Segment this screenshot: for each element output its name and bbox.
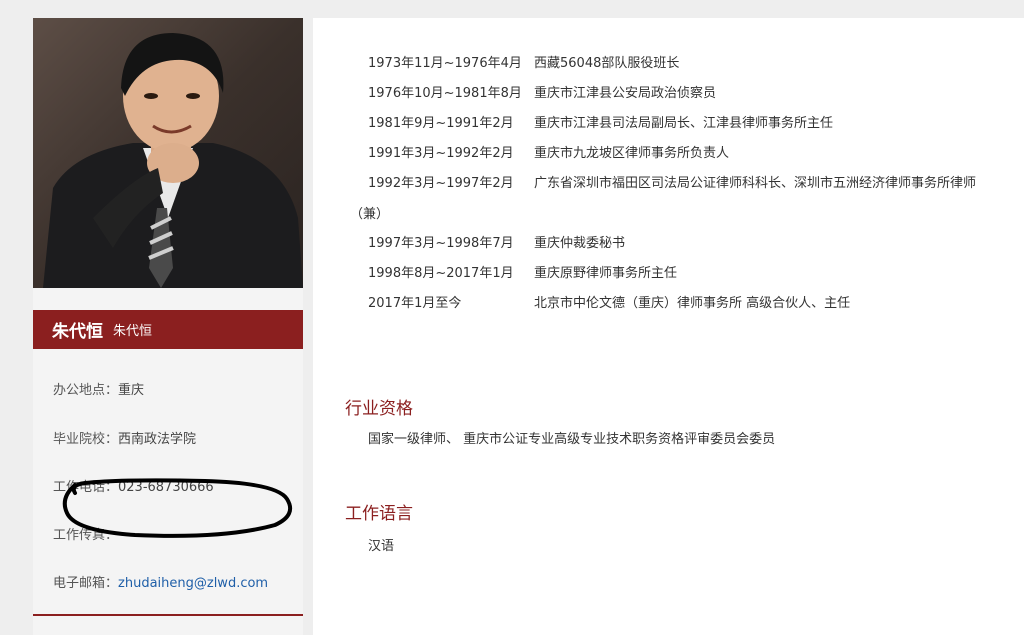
portrait-image bbox=[43, 33, 303, 288]
resume-description: 重庆市江津县司法局副局长、江津县律师事务所主任 bbox=[534, 116, 834, 131]
email-row: 电子邮箱：zhudaiheng@zlwd.com bbox=[53, 572, 268, 591]
office-row: 办公地点：重庆 bbox=[53, 379, 144, 398]
resume-description: 北京市中伦文德（重庆）律师事务所 高级合伙人、主任 bbox=[534, 296, 851, 311]
office-value: 重庆 bbox=[118, 383, 145, 398]
resume-date: 1991年3月~1992年2月 bbox=[368, 146, 514, 161]
profile-name: 朱代恒 bbox=[52, 322, 103, 342]
email-link[interactable]: zhudaiheng@zlwd.com bbox=[118, 576, 268, 591]
school-row: 毕业院校：西南政法学院 bbox=[53, 428, 196, 447]
resume-description: 重庆原野律师事务所主任 bbox=[534, 266, 678, 281]
profile-name-alt: 朱代恒 bbox=[113, 324, 153, 339]
divider bbox=[33, 614, 303, 616]
phone-label: 工作电话： bbox=[53, 480, 119, 495]
resume-description: 重庆仲裁委秘书 bbox=[534, 236, 626, 251]
name-bar: 朱代恒 朱代恒 bbox=[33, 310, 303, 349]
office-label: 办公地点： bbox=[53, 383, 119, 398]
resume-description: 广东省深圳市福田区司法局公证律师科科长、深圳市五洲经济律师事务所律师 bbox=[534, 176, 977, 191]
school-value: 西南政法学院 bbox=[118, 432, 197, 447]
school-label: 毕业院校： bbox=[53, 432, 119, 447]
resume-wrap-text: （兼） bbox=[350, 207, 390, 222]
email-label: 电子邮箱： bbox=[53, 576, 119, 591]
resume-panel: 1973年11月~1976年4月 西藏56048部队服役班长 1976年10月~19… bbox=[313, 18, 1024, 635]
resume-description: 重庆市九龙坡区律师事务所负责人 bbox=[534, 146, 730, 161]
phone-value: 023-68730666 bbox=[118, 480, 214, 495]
resume-date: 1992年3月~1997年2月 bbox=[368, 176, 514, 191]
language-text: 汉语 bbox=[368, 539, 395, 554]
resume-description: 西藏56048部队服役班长 bbox=[534, 56, 680, 71]
fax-label: 工作传真： bbox=[53, 528, 119, 543]
qualification-text: 国家一级律师、 重庆市公证专业高级专业技术职务资格评审委员会委员 bbox=[368, 432, 776, 447]
profile-photo bbox=[33, 18, 303, 288]
resume-date: 2017年1月至今 bbox=[368, 296, 462, 311]
qualification-heading: 行业资格 bbox=[345, 399, 413, 419]
resume-description: 重庆市江津县公安局政治侦察员 bbox=[534, 86, 717, 101]
phone-row: 工作电话：023-68730666 bbox=[53, 476, 214, 495]
resume-date: 1973年11月~1976年4月 bbox=[368, 56, 522, 71]
resume-date: 1997年3月~1998年7月 bbox=[368, 236, 514, 251]
resume-date: 1981年9月~1991年2月 bbox=[368, 116, 514, 131]
profile-card: 朱代恒 朱代恒 办公地点：重庆 毕业院校：西南政法学院 工作电话：023-687… bbox=[33, 18, 303, 635]
language-heading: 工作语言 bbox=[345, 504, 413, 524]
resume-date: 1976年10月~1981年8月 bbox=[368, 86, 522, 101]
fax-row: 工作传真： bbox=[53, 524, 118, 543]
resume-date: 1998年8月~2017年1月 bbox=[368, 266, 514, 281]
